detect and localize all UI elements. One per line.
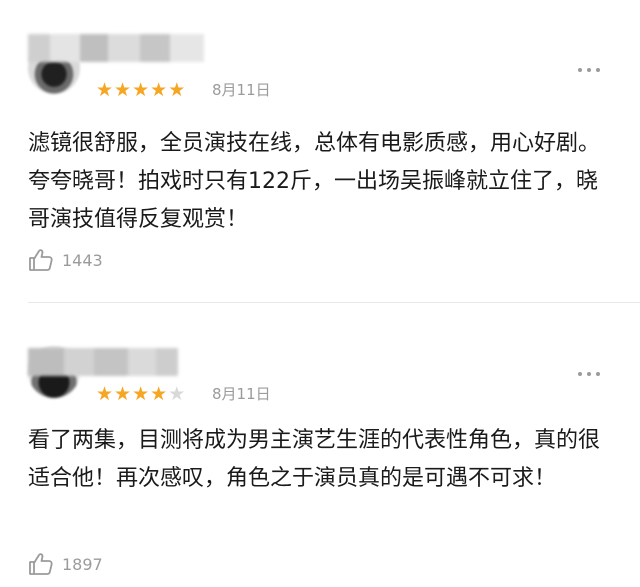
like-count: 1443 <box>62 250 103 270</box>
star-filled-icon: ★ <box>132 383 150 405</box>
star-empty-icon: ★ <box>168 383 186 405</box>
more-dots-icon[interactable] <box>578 68 600 72</box>
star-filled-icon: ★ <box>150 79 168 101</box>
like-button[interactable]: 1897 <box>28 552 103 576</box>
review-text: 看了两集，目测将成为男主演艺生涯的代表性角色，真的很适合他！再次感叹，角色之于演… <box>28 428 601 491</box>
star-filled-icon: ★ <box>132 79 150 101</box>
star-filled-icon: ★ <box>114 79 132 101</box>
star-filled-icon: ★ <box>96 383 114 405</box>
star-filled-icon: ★ <box>168 79 186 101</box>
like-count: 1897 <box>62 554 103 574</box>
review-date: 8月11日 <box>212 81 271 99</box>
more-dots-icon[interactable] <box>578 372 600 376</box>
review-text: 滤镜很舒服，全员演技在线，总体有电影质感，用心好剧。夸夸晓哥！拍戏时只有122斤… <box>28 131 601 232</box>
thumbs-up-icon <box>29 249 53 271</box>
username-redacted <box>28 34 204 62</box>
star-filled-icon: ★ <box>114 383 132 405</box>
review-card: ★ ★ ★ ★ ★ 8月11日 滤镜很舒服，全员演技在线，总体有电影质感，用心好剧。夸夸… <box>0 0 640 300</box>
review-card: ★ ★ ★ ★ ★ 8月11日 看了两集，目测将成为男主演艺生涯的代表性角色，真的很适合… <box>0 302 640 587</box>
star-rating: ★ ★ ★ ★ ★ <box>96 384 185 404</box>
star-rating: ★ ★ ★ ★ ★ <box>96 80 185 100</box>
star-filled-icon: ★ <box>150 383 168 405</box>
review-date: 8月11日 <box>212 385 271 403</box>
like-button[interactable]: 1443 <box>28 248 103 272</box>
star-filled-icon: ★ <box>96 79 114 101</box>
username-redacted <box>28 348 178 376</box>
thumbs-up-icon <box>29 553 53 575</box>
